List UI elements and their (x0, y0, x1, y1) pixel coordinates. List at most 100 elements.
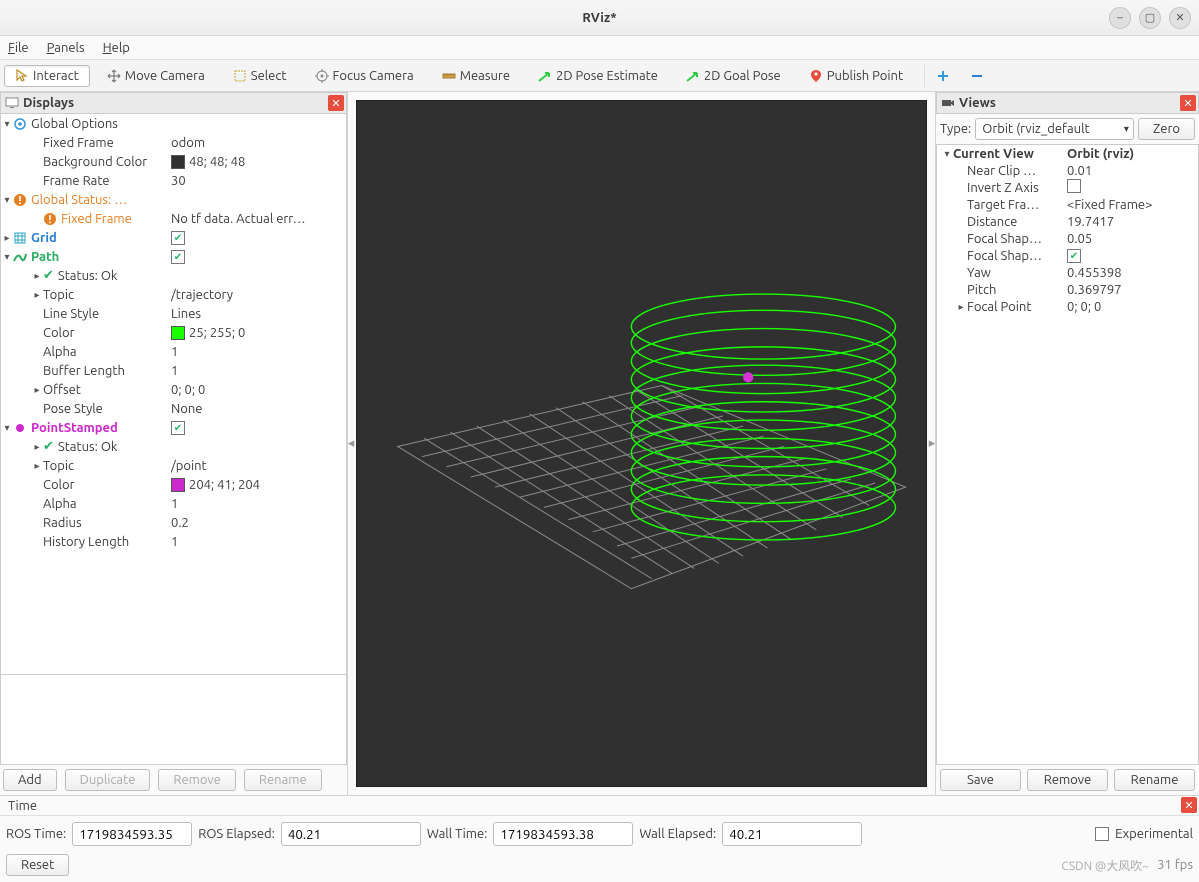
status-fixed-frame-label: Fixed Frame (61, 212, 132, 226)
distance-value[interactable]: 19.7417 (1067, 215, 1194, 229)
ros-time-field[interactable] (72, 822, 192, 846)
path-buffer-value[interactable]: 1 (171, 364, 346, 378)
pointstamped-label[interactable]: PointStamped (31, 421, 118, 435)
views-close-button[interactable]: ✕ (1180, 95, 1196, 111)
tool-select[interactable]: Select (222, 65, 298, 87)
maximize-button[interactable]: ▢ (1139, 7, 1161, 29)
expand-toggle[interactable]: ▾ (1, 251, 13, 263)
path-checkbox[interactable]: ✔ (171, 250, 185, 264)
duplicate-button[interactable]: Duplicate (65, 769, 151, 791)
tool-publish-point[interactable]: Publish Point (798, 65, 914, 87)
focal-point-value[interactable]: 0; 0; 0 (1067, 300, 1194, 314)
tool-measure[interactable]: Measure (431, 65, 521, 87)
expand-toggle[interactable]: ▾ (1, 422, 13, 434)
path-posestyle-value[interactable]: None (171, 402, 346, 416)
views-remove-button[interactable]: Remove (1027, 769, 1108, 791)
path-topic-label: Topic (43, 288, 74, 302)
near-clip-value[interactable]: 0.01 (1067, 164, 1194, 178)
pointstamped-history-value[interactable]: 1 (171, 535, 346, 549)
expand-toggle[interactable]: ▾ (941, 148, 953, 160)
pointstamped-topic-label: Topic (43, 459, 74, 473)
views-panel: Views ✕ Type: Orbit (rviz_default ▾ Zero… (935, 92, 1199, 795)
expand-toggle[interactable]: ▸ (955, 301, 967, 313)
invert-z-checkbox[interactable] (1067, 179, 1081, 193)
target-frame-label: Target Fra… (941, 198, 1067, 212)
menu-help[interactable]: Help (103, 41, 130, 55)
pointstamped-radius-value[interactable]: 0.2 (171, 516, 346, 530)
tool-interact[interactable]: Interact (4, 65, 90, 87)
expand-toggle[interactable]: ▸ (1, 232, 13, 244)
bg-color-value: 48; 48; 48 (189, 155, 245, 169)
views-tree[interactable]: ▾Current ViewOrbit (rviz) Near Clip …0.0… (936, 144, 1199, 765)
expand-toggle[interactable]: ▸ (31, 270, 43, 282)
window-titlebar: RViz* – ▢ ✕ (0, 0, 1199, 36)
tool-focus-camera[interactable]: Focus Camera (304, 65, 425, 87)
check-icon: ✔ (43, 268, 54, 283)
menu-panels[interactable]: Panels (47, 41, 85, 55)
focal-shape-size-value[interactable]: 0.05 (1067, 232, 1194, 246)
time-title: Time (8, 799, 37, 813)
3d-viewport[interactable] (356, 100, 927, 787)
path-offset-value[interactable]: 0; 0; 0 (171, 383, 346, 397)
wall-elapsed-field[interactable] (722, 822, 862, 846)
target-frame-value[interactable]: <Fixed Frame> (1067, 198, 1194, 212)
pointstamped-checkbox[interactable]: ✔ (171, 421, 185, 435)
views-panel-header[interactable]: Views ✕ (936, 92, 1199, 114)
expand-toggle[interactable]: ▸ (31, 289, 43, 301)
views-type-label: Type: (940, 122, 971, 136)
time-panel-header[interactable]: Time ✕ (0, 796, 1199, 816)
collapse-right-handle[interactable]: ▸ (927, 424, 937, 464)
tool-pose-estimate[interactable]: 2D Pose Estimate (527, 65, 669, 87)
expand-toggle[interactable]: ▾ (1, 194, 13, 206)
path-label[interactable]: Path (31, 250, 59, 264)
views-rename-button[interactable]: Rename (1114, 769, 1195, 791)
remove-button[interactable]: Remove (158, 769, 236, 791)
time-close-button[interactable]: ✕ (1181, 797, 1197, 813)
reset-button[interactable]: Reset (6, 854, 69, 876)
expand-toggle[interactable]: ▸ (31, 384, 43, 396)
pointstamped-alpha-value[interactable]: 1 (171, 497, 346, 511)
path-linestyle-value[interactable]: Lines (171, 307, 346, 321)
ros-elapsed-field[interactable] (281, 822, 421, 846)
camera-icon (941, 96, 955, 110)
add-button[interactable]: Add (3, 769, 57, 791)
rename-button[interactable]: Rename (244, 769, 322, 791)
tool-move-camera[interactable]: Move Camera (96, 65, 216, 87)
expand-toggle[interactable]: ▾ (1, 118, 13, 130)
views-type-combo[interactable]: Orbit (rviz_default ▾ (975, 118, 1134, 140)
views-save-button[interactable]: Save (940, 769, 1021, 791)
bg-color-swatch[interactable] (171, 155, 185, 169)
path-topic-value[interactable]: /trajectory (171, 288, 346, 302)
tool-remove[interactable] (963, 65, 991, 87)
minimize-button[interactable]: – (1109, 7, 1131, 29)
path-color-swatch[interactable] (171, 326, 185, 340)
displays-close-button[interactable]: ✕ (328, 95, 344, 111)
tool-goal-pose[interactable]: 2D Goal Pose (675, 65, 792, 87)
close-button[interactable]: ✕ (1169, 7, 1191, 29)
fixed-frame-value[interactable]: odom (171, 136, 346, 150)
pin-icon (809, 69, 823, 83)
expand-toggle[interactable]: ▸ (31, 460, 43, 472)
focal-shape-fixed-checkbox[interactable]: ✔ (1067, 249, 1081, 263)
displays-panel-header[interactable]: Displays ✕ (0, 92, 347, 114)
experimental-checkbox[interactable] (1095, 827, 1109, 841)
pitch-value[interactable]: 0.369797 (1067, 283, 1194, 297)
expand-toggle[interactable]: ▸ (31, 441, 43, 453)
menu-file[interactable]: File (8, 41, 29, 55)
experimental-label: Experimental (1115, 827, 1193, 841)
zero-button[interactable]: Zero (1138, 118, 1195, 140)
tool-add[interactable] (929, 65, 957, 87)
pointstamped-color-swatch[interactable] (171, 478, 185, 492)
current-view-label: Current View (953, 147, 1034, 161)
grid-checkbox[interactable]: ✔ (171, 231, 185, 245)
collapse-left-handle[interactable]: ◂ (346, 424, 356, 464)
pointstamped-topic-value[interactable]: /point (171, 459, 346, 473)
path-alpha-value[interactable]: 1 (171, 345, 346, 359)
yaw-value[interactable]: 0.455398 (1067, 266, 1194, 280)
wall-time-field[interactable] (493, 822, 633, 846)
ros-time-label: ROS Time: (6, 827, 66, 841)
toolbar: Interact Move Camera Select Focus Camera… (0, 60, 1199, 92)
displays-tree[interactable]: ▾Global Options Fixed Frameodom Backgrou… (0, 114, 347, 675)
frame-rate-value[interactable]: 30 (171, 174, 346, 188)
grid-label[interactable]: Grid (31, 231, 57, 245)
